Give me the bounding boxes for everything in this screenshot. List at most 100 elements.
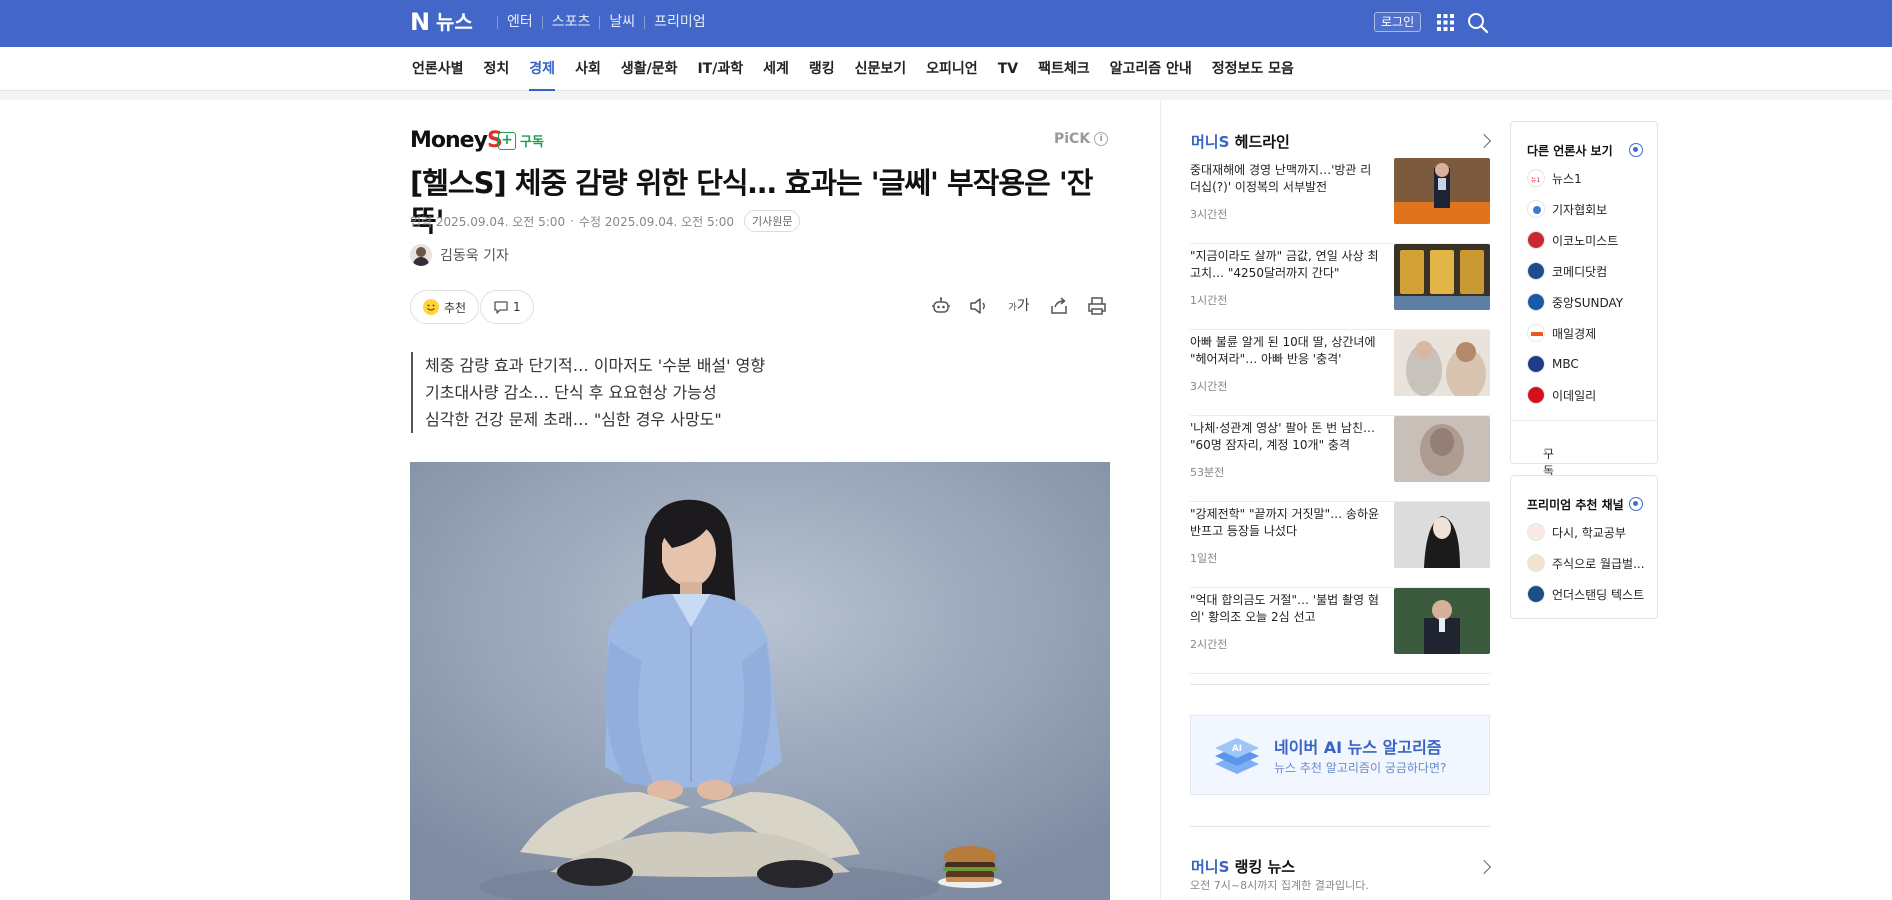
ranking-note: 오전 7시~8시까지 집계한 결과입니다.: [1190, 879, 1369, 892]
headline-thumbnail: [1394, 158, 1490, 224]
section-divider: [1190, 826, 1490, 827]
category-opinion[interactable]: 오피니언: [926, 47, 978, 91]
news-logo-text[interactable]: 뉴스: [436, 10, 473, 34]
category-economy[interactable]: 경제: [529, 47, 555, 91]
category-life-culture[interactable]: 생활/문화: [621, 47, 678, 91]
woman-sitting-illustration: [410, 462, 1110, 900]
category-it-science[interactable]: IT/과학: [697, 47, 743, 91]
article-summary: 체중 감량 효과 단기적… 이마저도 '수분 배설' 영향 기초대사량 감소… …: [411, 352, 765, 433]
apps-grid-icon[interactable]: [1437, 14, 1454, 31]
category-politics[interactable]: 정치: [484, 47, 510, 91]
headline-section-title[interactable]: 머니S 헤드라인: [1191, 131, 1290, 152]
press-item-edaily[interactable]: 이데일리: [1527, 386, 1596, 404]
premium-channel-logo: [1527, 585, 1545, 603]
category-newspaper[interactable]: 신문보기: [855, 47, 907, 91]
speaker-icon[interactable]: [968, 295, 990, 317]
press-item-mbc[interactable]: MBC: [1527, 355, 1579, 373]
headline-item[interactable]: "강제전학" "끝까지 거짓말"… 송하윤 반프고 등장들 나섰다 1일전: [1190, 502, 1490, 588]
plus-icon: +: [498, 131, 516, 150]
edaily-logo: [1527, 386, 1545, 404]
summary-line: 심각한 건강 문제 초래… "심한 경우 사망도": [425, 410, 722, 429]
login-button[interactable]: 로그인: [1374, 12, 1422, 32]
column-divider: [1160, 100, 1161, 900]
press-item-economist[interactable]: 이코노미스트: [1527, 231, 1618, 249]
chevron-right-icon: ›: [1543, 445, 1548, 459]
headline-item[interactable]: "억대 합의금도 거절"… '불법 촬영 혐의' 황의조 오늘 2심 선고 2시…: [1190, 588, 1490, 674]
modify-date: 수정 2025.09.04. 오전 5:00: [578, 214, 734, 229]
headline-thumbnail: [1394, 244, 1490, 310]
headline-item[interactable]: 아빠 불륜 알게 된 10대 딸, 상간녀에 "헤어져라"… 아빠 반응 '충격…: [1190, 330, 1490, 416]
print-icon[interactable]: [1086, 295, 1108, 317]
premium-channel-panel: 프리미엄 추천 채널 다시, 학교공부 주식으로 월급벌... 언더스탠딩 텍스…: [1510, 475, 1658, 619]
reporter-name: 김동욱 기자: [440, 248, 509, 264]
headline-item[interactable]: '나체·성관계 영상' 팔아 돈 번 남친… "60명 잠자리, 계정 10개"…: [1190, 416, 1490, 502]
naver-logo[interactable]: N: [410, 10, 430, 34]
top-nav-sports[interactable]: 스포츠: [552, 12, 591, 32]
reporter-avatar: [410, 244, 432, 266]
premium-item[interactable]: 언더스탠딩 텍스트: [1527, 585, 1644, 603]
press-item-journalist-assoc[interactable]: 기자협회보: [1527, 200, 1607, 218]
category-nav: 언론사별 정치 경제 사회 생활/문화 IT/과학 세계 랭킹 신문보기 오피니…: [0, 47, 1892, 91]
premium-item[interactable]: 주식으로 월급벌...: [1527, 554, 1645, 572]
ai-cube-icon: AI: [1215, 738, 1259, 774]
comment-icon: [494, 301, 508, 314]
original-article-button[interactable]: 기사원문: [743, 210, 801, 232]
comment-button[interactable]: 1: [480, 290, 534, 324]
article-tools: 가가: [930, 295, 1108, 317]
mbc-logo: [1527, 355, 1545, 373]
font-size-button[interactable]: 가가: [1006, 295, 1032, 317]
section-divider: [1190, 684, 1490, 685]
subscribe-button[interactable]: + 구독: [498, 131, 544, 150]
article-photo: [410, 462, 1110, 900]
headline-item[interactable]: 중대재해에 경영 난맥까지…'방관 리더십(?)' 이정복의 서부발전 3시간전: [1190, 158, 1490, 244]
category-algorithm[interactable]: 알고리즘 안내: [1110, 47, 1192, 91]
headline-thumbnail: [1394, 502, 1490, 568]
other-press-title: 다른 언론사 보기: [1527, 144, 1613, 158]
summary-line: 기초대사량 감소… 단식 후 요요현상 가능성: [425, 383, 717, 402]
subscription-settings[interactable]: 구독 설정 ›: [1511, 420, 1657, 512]
top-nav-weather[interactable]: 날씨: [609, 12, 635, 32]
top-nav-premium[interactable]: 프리미엄: [654, 12, 706, 32]
category-world[interactable]: 세계: [763, 47, 789, 91]
ai-algorithm-banner[interactable]: AI 네이버 AI 뉴스 알고리즘 뉴스 추천 알고리즘이 궁금하다면?: [1190, 715, 1490, 795]
search-icon[interactable]: [1467, 12, 1489, 34]
top-bar: N 뉴스 엔터 스포츠 날씨 프리미엄 로그인: [0, 0, 1892, 47]
journalist-assoc-logo: [1527, 200, 1545, 218]
chevron-right-icon[interactable]: [1476, 133, 1492, 149]
refresh-icon[interactable]: [1629, 143, 1643, 157]
category-corrections[interactable]: 정정보도 모음: [1212, 47, 1294, 91]
premium-channel-logo: [1527, 523, 1545, 541]
refresh-icon[interactable]: [1629, 497, 1643, 511]
category-factcheck[interactable]: 팩트체크: [1038, 47, 1090, 91]
press-item-news1[interactable]: 뉴1 뉴스1: [1527, 169, 1582, 187]
article-dates: 입력 2025.09.04. 오전 5:00 · 수정 2025.09.04. …: [410, 210, 801, 232]
press-item-kormedi[interactable]: 코메디닷컴: [1527, 262, 1607, 280]
category-tv[interactable]: TV: [998, 47, 1018, 91]
premium-channel-logo: [1527, 554, 1545, 572]
share-icon[interactable]: [1048, 295, 1070, 317]
ai-summary-robot-icon[interactable]: [930, 295, 952, 317]
top-nav-entertainment[interactable]: 엔터: [507, 12, 533, 32]
press-item-joongang-sunday[interactable]: 중앙SUNDAY: [1527, 293, 1623, 311]
category-by-press[interactable]: 언론사별: [412, 47, 464, 91]
recommend-button[interactable]: 추천: [410, 290, 480, 324]
premium-item[interactable]: 다시, 학교공부: [1527, 523, 1626, 541]
category-society[interactable]: 사회: [575, 47, 601, 91]
headline-thumbnail: [1394, 416, 1490, 482]
headline-thumbnail: [1394, 330, 1490, 396]
headline-thumbnail: [1394, 588, 1490, 654]
economist-logo: [1527, 231, 1545, 249]
subscribe-label: 구독: [520, 135, 544, 150]
press-item-maeil[interactable]: 매일경제: [1527, 324, 1596, 342]
ranking-section-title[interactable]: 머니S 랭킹 뉴스: [1191, 856, 1295, 877]
category-ranking[interactable]: 랭킹: [809, 47, 835, 91]
svg-text:뉴1: 뉴1: [1531, 177, 1541, 184]
chevron-right-icon[interactable]: [1476, 859, 1492, 875]
headline-item[interactable]: "지금이라도 살까" 금값, 연일 사상 최고치… "4250달러까지 간다" …: [1190, 244, 1490, 330]
press-logo[interactable]: MoneyS: [410, 128, 503, 153]
info-icon: i: [1094, 132, 1109, 146]
byline[interactable]: 김동욱 기자: [410, 244, 509, 266]
pick-badge[interactable]: PiCK i: [1054, 131, 1109, 147]
nav-divider: [0, 91, 1892, 100]
smile-emoji-icon: [423, 299, 439, 315]
